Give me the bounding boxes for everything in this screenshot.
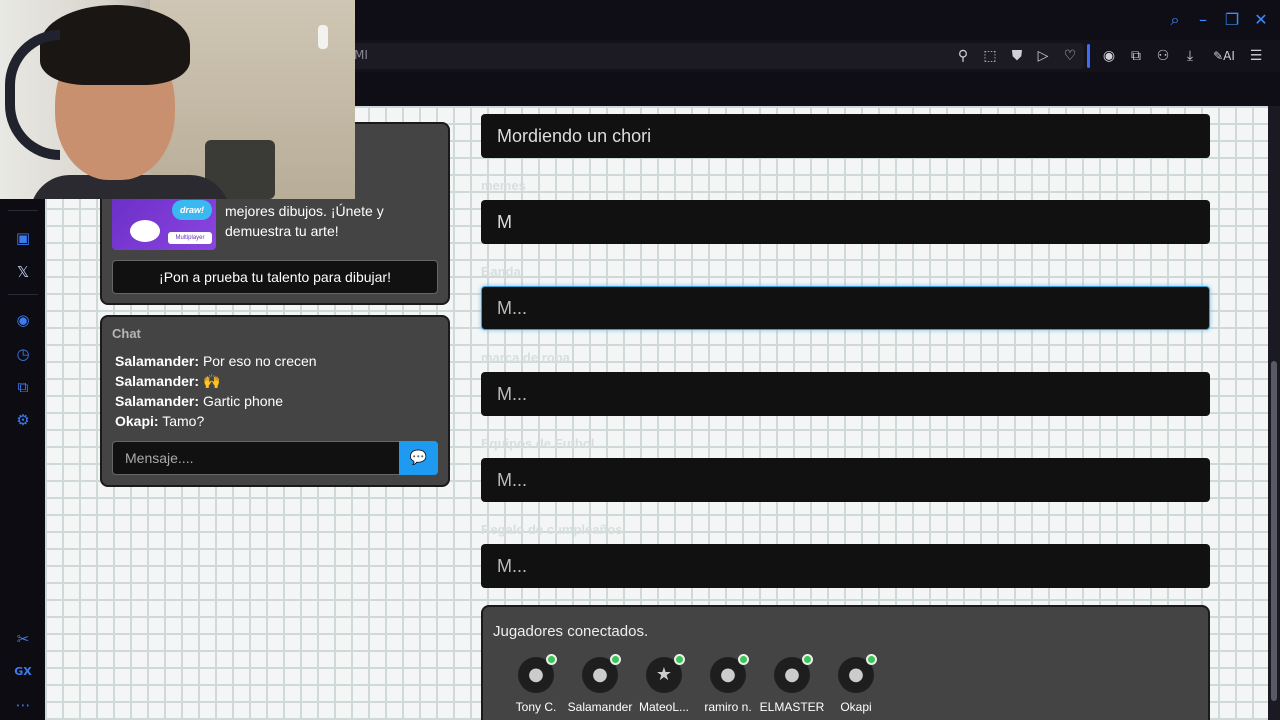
twitch-icon[interactable]: ▣ [12,227,34,249]
chat-message: Okapi: Tamo? [115,413,204,429]
answer-field-1[interactable]: Mordiendo un chori [481,114,1210,158]
chat-user: Salamander: [115,393,200,409]
player-name: MateoL... [638,700,690,714]
gx-icon[interactable]: GX [12,661,34,683]
close-icon[interactable]: ✕ [1251,10,1271,30]
puzzle-icon[interactable]: ⧉ [1126,46,1146,66]
player-card[interactable]: ● ramiro n. [693,654,763,717]
webcam-lamp [318,25,328,49]
screenshot-icon[interactable]: ⬚ [980,46,1000,66]
account-icon[interactable]: ⚇ [1153,46,1173,66]
chat-text: Gartic phone [202,393,284,409]
chat-message: Salamander: Por eso no crecen [115,353,317,369]
send-message-button[interactable]: 💬 [399,441,438,475]
play-icon[interactable]: ▷ [1033,46,1053,66]
sidebar-divider [8,294,38,295]
players-panel: Jugadores conectados. ● Tony C. ● Salama… [481,605,1210,720]
ai-icon[interactable]: ✎AI [1207,46,1241,66]
chat-user: Okapi: [115,413,159,429]
webcam-overlay [0,0,355,199]
player-card[interactable]: ★ MateoL... [629,654,699,717]
promo-line: mejores dibujos. ¡Únete y [225,203,384,219]
player-name: Salamander [567,700,633,714]
online-status-dot [866,654,877,665]
page-scrollbar[interactable] [1268,106,1280,720]
thumbnail-badge: draw! [172,200,212,220]
scroll-thumb[interactable] [1271,361,1277,701]
ai-label: AI [1223,49,1235,63]
answer-field-memes[interactable]: M [481,200,1210,244]
online-status-dot [610,654,621,665]
circle-icon[interactable]: ◉ [12,309,34,331]
chat-title: Chat [112,326,141,341]
player-name: Tony C. [515,700,557,714]
chat-text: 🙌 [202,373,221,389]
extensions-icon[interactable]: ⧉ [12,376,34,398]
toolbar-separator [1087,44,1090,68]
more-icon[interactable]: ⋯ [12,694,34,716]
player-card[interactable]: ● ELMASTER [757,654,827,717]
chat-message: Salamander: Gartic phone [115,393,283,409]
promo-line: demuestra tu arte! [225,223,339,239]
promo-thumbnail[interactable]: draw! Multiplayer [112,194,216,250]
chat-input[interactable]: Mensaje.... [112,441,400,475]
webcam-person-hair [40,5,190,85]
thumbnail-label: Multiplayer [168,232,212,244]
online-status-dot [674,654,685,665]
category-label: memes [481,178,526,193]
online-status-dot [546,654,557,665]
shield-icon[interactable]: ⛊ [1007,46,1027,66]
category-label: Regalo de cumpleaños [481,522,623,537]
chat-bubble-icon: 💬 [409,450,428,466]
x-icon[interactable]: 𝕏 [12,261,34,283]
player-card[interactable]: ● Salamander [565,654,635,717]
url-text: MI [354,48,368,62]
online-status-dot [738,654,749,665]
sidebar-divider [8,210,38,211]
thumbnail-art [130,220,160,242]
player-card[interactable]: ● Okapi [821,654,891,717]
minimize-icon[interactable]: – [1193,10,1213,30]
settings-icon[interactable]: ⚙ [12,409,34,431]
player-card[interactable]: ● Tony C. [501,654,571,717]
online-status-dot [802,654,813,665]
pin-icon[interactable]: ⚲ [953,46,973,66]
heart-icon[interactable]: ♡ [1060,46,1080,66]
player-name: Okapi [840,700,872,714]
players-title: Jugadores conectados. [493,623,649,640]
chat-user: Salamander: [115,353,200,369]
player-name: ELMASTER [759,700,825,714]
restore-icon[interactable]: ❐ [1222,10,1242,30]
search-icon[interactable]: ⌕ [1165,10,1185,30]
category-label: Equipos de Futbol [481,436,595,451]
promo-button[interactable]: ¡Pon a prueba tu talento para dibujar! [112,260,438,294]
chat-panel: Chat Salamander: Por eso no crecen Salam… [100,315,450,487]
player-name: ramiro n. [704,700,752,714]
category-label: marca de ropa [481,350,570,365]
chat-user: Salamander: [115,373,200,389]
chat-text: Por eso no crecen [202,353,317,369]
download-icon[interactable]: ⤓ [1180,46,1200,66]
extension-avatar-icon[interactable]: ◉ [1099,46,1119,66]
answer-field-equipos-de-futbol[interactable]: M... [481,458,1210,502]
chat-text: Tamo? [162,413,205,429]
answer-field-regalo-de-cumpleanos[interactable]: M... [481,544,1210,588]
headphones-icon [5,30,60,160]
category-label: Banda [481,264,521,279]
tools-icon[interactable]: ✂ [12,628,34,650]
menu-icon[interactable]: ☰ [1246,46,1266,66]
chat-message: Salamander: 🙌 [115,373,220,390]
answer-field-marca-de-ropa[interactable]: M... [481,372,1210,416]
answer-field-banda[interactable]: M... [481,286,1210,330]
history-icon[interactable]: ◷ [12,343,34,365]
